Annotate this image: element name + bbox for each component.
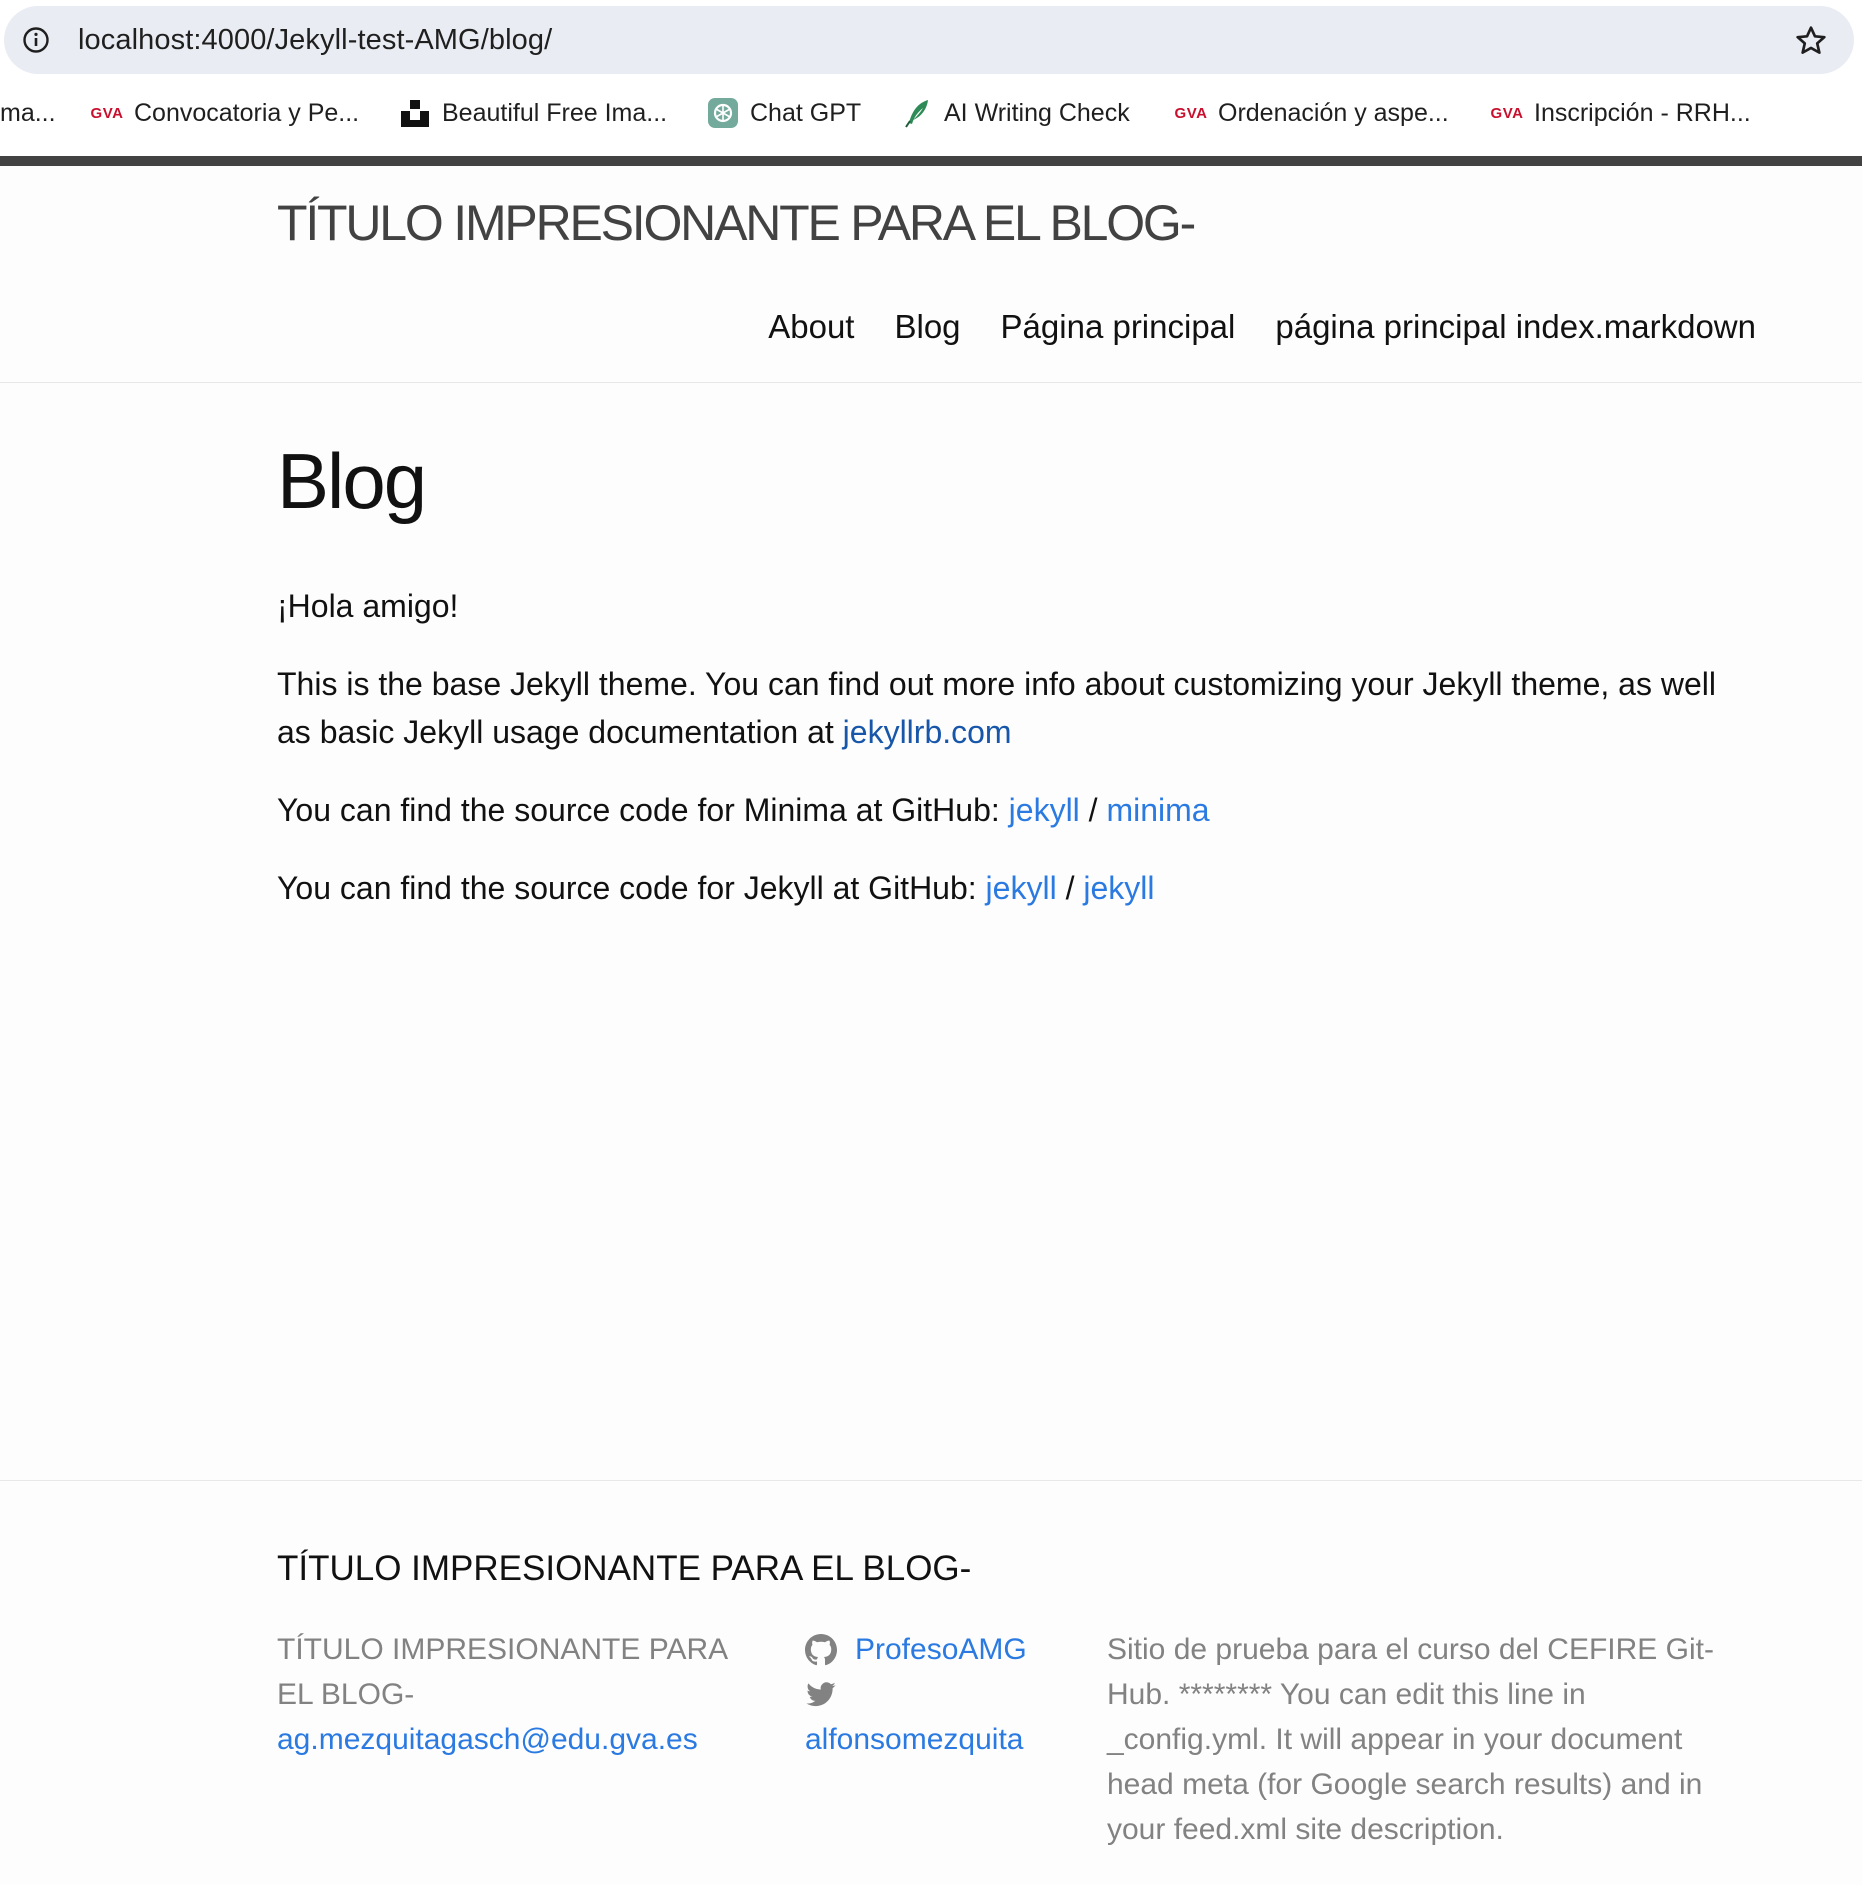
separator: /: [1056, 870, 1084, 906]
twitter-icon: [806, 1681, 836, 1706]
gva-icon: GVA: [90, 104, 124, 122]
nav-item-blog[interactable]: Blog: [894, 308, 960, 346]
github-minima-repo-link[interactable]: minima: [1106, 792, 1209, 828]
site-header: TÍTULO IMPRESIONANTE PARA EL BLOG- About…: [0, 166, 1862, 383]
site-footer: TÍTULO IMPRESIONANTE PARA EL BLOG- TÍTUL…: [0, 1480, 1862, 1885]
site-nav: About Blog Página principal página princ…: [768, 308, 1756, 346]
github-icon: [805, 1633, 837, 1665]
github-jekyll-owner-link[interactable]: jekyll: [1009, 792, 1080, 828]
twitter-social-item[interactable]: [805, 1672, 1085, 1717]
bookmarks-bar: ma... GVA Convocatoria y Pe... Beautiful…: [0, 86, 1862, 140]
page-heading: Blog: [277, 437, 427, 525]
quill-icon: [900, 96, 934, 130]
footer-site-name: TÍTULO IMPRESIONANTE PARA EL BLOG-: [277, 1633, 727, 1711]
unsplash-icon: [398, 96, 432, 130]
url-text[interactable]: localhost:4000/Jekyll-test-AMG/blog/: [78, 24, 552, 57]
bookmark-label: ma...: [0, 98, 56, 127]
github-jekyll-repo-link[interactable]: jekyll: [1083, 870, 1154, 906]
address-bar[interactable]: localhost:4000/Jekyll-test-AMG/blog/: [4, 6, 1854, 74]
bookmark-item[interactable]: GVA Convocatoria y Pe...: [90, 86, 360, 140]
twitter-username-link[interactable]: alfonsomezquita: [805, 1723, 1023, 1756]
bookmark-label: Ordenación y aspe...: [1218, 98, 1449, 127]
footer-heading: TÍTULO IMPRESIONANTE PARA EL BLOG-: [277, 1549, 972, 1588]
github-jekyll-owner-link[interactable]: jekyll: [986, 870, 1057, 906]
site-info-icon[interactable]: [22, 26, 50, 54]
gva-icon: GVA: [1174, 104, 1208, 122]
bookmark-label: Chat GPT: [750, 98, 862, 127]
github-username-link[interactable]: ProfesoAMG: [855, 1627, 1027, 1672]
chatgpt-icon: [706, 96, 740, 130]
bookmark-item[interactable]: Beautiful Free Ima...: [398, 86, 667, 140]
gva-icon: GVA: [1490, 104, 1524, 122]
greeting-text: ¡Hola amigo!: [277, 588, 459, 624]
page-content: Blog ¡Hola amigo! This is the base Jekyl…: [277, 382, 1757, 912]
minima-source-text: You can find the source code for Minima …: [277, 792, 1009, 828]
bookmark-item[interactable]: Chat GPT: [706, 86, 861, 140]
bookmark-label: Beautiful Free Ima...: [442, 98, 668, 127]
bookmark-item[interactable]: AI Writing Check: [900, 86, 1130, 140]
separator: /: [1079, 792, 1107, 828]
footer-contact-column: TÍTULO IMPRESIONANTE PARA EL BLOG- ag.me…: [277, 1627, 767, 1762]
footer-email-link[interactable]: ag.mezquitagasch@edu.gva.es: [277, 1723, 698, 1756]
nav-item-pagina-principal[interactable]: Página principal: [1001, 308, 1236, 346]
bookmark-label: Convocatoria y Pe...: [134, 98, 360, 127]
bookmark-item[interactable]: ma...: [0, 86, 56, 140]
bookmark-label: AI Writing Check: [944, 98, 1130, 127]
bookmark-star-icon[interactable]: [1794, 24, 1828, 58]
jekyll-source-text: You can find the source code for Jekyll …: [277, 870, 986, 906]
jekyllrb-link[interactable]: jekyllrb.com: [843, 714, 1012, 750]
intro-paragraph: This is the base Jekyll theme. You can f…: [277, 660, 1757, 756]
bookmark-item[interactable]: GVA Ordenación y aspe...: [1174, 86, 1449, 140]
minima-source-paragraph: You can find the source code for Minima …: [277, 786, 1757, 834]
browser-chrome: localhost:4000/Jekyll-test-AMG/blog/ ma.…: [0, 0, 1862, 166]
bookmark-item[interactable]: GVA Inscripción - RRH...: [1490, 86, 1751, 140]
site-title-link[interactable]: TÍTULO IMPRESIONANTE PARA EL BLOG-: [277, 194, 1196, 252]
footer-social-column: ProfesoAMG alfonsomezquita: [805, 1627, 1085, 1762]
footer-site-description: Sitio de prueba para el curso del CEFIRE…: [1107, 1633, 1714, 1846]
github-social-item[interactable]: ProfesoAMG: [805, 1627, 1085, 1672]
bookmark-label: Inscripción - RRH...: [1534, 98, 1751, 127]
nav-item-about[interactable]: About: [768, 308, 854, 346]
jekyll-source-paragraph: You can find the source code for Jekyll …: [277, 864, 1757, 912]
site-top-border: [0, 156, 1862, 166]
nav-item-index-markdown[interactable]: página principal index.markdown: [1275, 308, 1756, 346]
